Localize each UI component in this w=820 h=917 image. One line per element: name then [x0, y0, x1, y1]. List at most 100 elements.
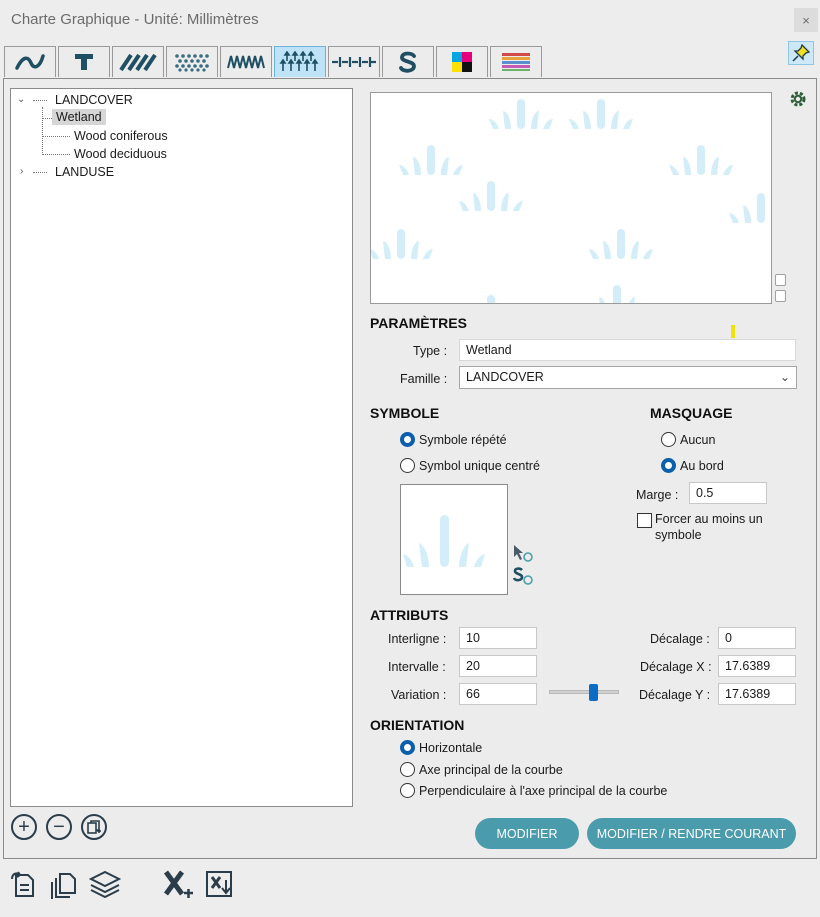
export-excel-button[interactable]: [203, 867, 237, 901]
tab-hatch-fill[interactable]: [112, 46, 164, 77]
tab-dash-line[interactable]: [328, 46, 380, 77]
forcer-label-2: symbole: [655, 528, 702, 542]
tree-node-landuse[interactable]: LANDUSE: [55, 165, 114, 179]
zigzag-pattern-icon: [227, 55, 265, 69]
expand-right-icon[interactable]: ›: [20, 166, 23, 177]
radio-orientation-perpendiculaire[interactable]: Perpendiculaire à l'axe principal de la …: [400, 783, 667, 798]
marge-label: Marge :: [636, 488, 679, 502]
tree-connector: [42, 136, 70, 137]
symbol-fill-icon: [279, 51, 319, 71]
radio-orientation-horizontale[interactable]: Horizontale: [400, 740, 482, 755]
plus-icon: +: [18, 816, 30, 838]
preview-toggle-1[interactable]: [775, 274, 786, 286]
pick-symbol-icon[interactable]: [512, 543, 534, 563]
modifier-rendre-courant-button[interactable]: MODIFIER / RENDRE COURANT: [587, 818, 796, 849]
interligne-input[interactable]: 10: [459, 627, 537, 649]
decalage-x-input[interactable]: 17.6389: [718, 655, 796, 677]
radio-masquage-bord[interactable]: Au bord: [661, 458, 724, 473]
intervalle-input[interactable]: 20: [459, 655, 537, 677]
symbol-preview: [370, 92, 772, 304]
replace-symbol-icon[interactable]: [512, 566, 534, 586]
layers-button[interactable]: [88, 867, 122, 901]
curve-line-icon: [15, 54, 45, 70]
minus-icon: −: [53, 816, 65, 838]
marge-input[interactable]: 0.5: [689, 482, 767, 504]
tab-s-symbol[interactable]: [382, 46, 434, 77]
decalage-x-label: Décalage X :: [640, 660, 712, 674]
pin-icon: [792, 44, 810, 62]
pin-button[interactable]: [788, 41, 814, 65]
famille-value: LANDCOVER: [466, 370, 544, 384]
modifier-button[interactable]: MODIFIER: [475, 818, 579, 849]
variation-slider-track[interactable]: [549, 690, 619, 694]
tree-node-landcover[interactable]: LANDCOVER: [55, 93, 133, 107]
decalage-input[interactable]: 0: [718, 627, 796, 649]
tab-dot-fill[interactable]: [166, 46, 218, 77]
tree-connector: [42, 154, 70, 155]
type-label: Type :: [413, 344, 448, 358]
radio-dot: [400, 783, 415, 798]
radio-label: Symbol unique centré: [419, 458, 540, 473]
radio-symbole-repete[interactable]: Symbole répété: [400, 432, 507, 447]
variation-label: Variation :: [391, 688, 447, 702]
forcer-checkbox[interactable]: [637, 513, 652, 528]
add-button[interactable]: +: [11, 814, 37, 840]
type-input[interactable]: Wetland: [459, 339, 796, 361]
tab-gradient[interactable]: [490, 46, 542, 77]
variation-input[interactable]: 66: [459, 683, 537, 705]
section-attributs: ATTRIBUTS: [370, 607, 449, 623]
radio-symbole-unique[interactable]: Symbol unique centré: [400, 458, 540, 473]
settings-gear-icon[interactable]: [788, 89, 808, 109]
radio-dot: [661, 458, 676, 473]
interligne-label: Interligne :: [388, 632, 447, 646]
section-parametres: PARAMÈTRES: [370, 315, 467, 331]
copy-style-button[interactable]: [47, 867, 81, 901]
section-symbole: SYMBOLE: [370, 405, 440, 421]
text-t-icon: [75, 54, 93, 70]
excel-add-icon: [163, 870, 193, 898]
tab-symbol-fill[interactable]: [274, 46, 326, 77]
forcer-label-1: Forcer au moins un: [655, 512, 763, 526]
style-tree[interactable]: ⌄ LANDCOVER Wetland Wood coniferous Wood…: [10, 88, 353, 807]
radio-orientation-axe[interactable]: Axe principal de la courbe: [400, 762, 563, 777]
variation-slider-thumb[interactable]: [589, 684, 598, 701]
excel-export-icon: [206, 871, 232, 897]
window-title: Charte Graphique - Unité: Millimètres: [11, 11, 259, 28]
tree-node-wetland[interactable]: Wetland: [52, 109, 106, 125]
remove-button[interactable]: −: [46, 814, 72, 840]
tree-connector: [33, 172, 47, 173]
tab-text-style[interactable]: [58, 46, 110, 77]
tab-colors[interactable]: [436, 46, 488, 77]
radio-label: Au bord: [680, 458, 724, 473]
famille-label: Famille :: [400, 372, 448, 386]
marker: [731, 325, 735, 338]
tab-line-style[interactable]: [4, 46, 56, 77]
expand-down-icon[interactable]: ⌄: [17, 94, 25, 105]
tree-connector: [42, 118, 52, 119]
preview-toggle-2[interactable]: [775, 290, 786, 302]
hatch-pattern-icon: [119, 53, 157, 72]
layers-icon: [89, 870, 121, 899]
title-bar: Charte Graphique - Unité: Millimètres ×: [0, 0, 820, 40]
dot-pattern-icon: [175, 54, 209, 72]
radio-masquage-aucun[interactable]: Aucun: [661, 432, 715, 447]
decalage-label: Décalage :: [650, 632, 710, 646]
tree-node-wood-deciduous[interactable]: Wood deciduous: [74, 147, 167, 161]
tree-node-wood-coniferous[interactable]: Wood coniferous: [74, 129, 168, 143]
section-masquage: MASQUAGE: [650, 405, 733, 421]
wetland-pattern-preview: [371, 99, 771, 303]
duplicate-button[interactable]: [81, 814, 107, 840]
s-symbol-icon: [399, 51, 416, 73]
symbol-thumbnail[interactable]: [400, 484, 508, 595]
dash-line-icon: [332, 57, 376, 67]
tab-zigzag-fill[interactable]: [220, 46, 272, 77]
decalage-y-label: Décalage Y :: [639, 688, 711, 702]
close-button[interactable]: ×: [794, 8, 818, 32]
section-orientation: ORIENTATION: [370, 717, 465, 733]
famille-select[interactable]: LANDCOVER ⌄: [459, 366, 797, 389]
add-excel-button[interactable]: [161, 867, 195, 901]
decalage-y-input[interactable]: 17.6389: [718, 683, 796, 705]
close-icon: ×: [802, 12, 810, 28]
import-style-button[interactable]: [6, 867, 40, 901]
import-file-icon: [11, 871, 34, 897]
